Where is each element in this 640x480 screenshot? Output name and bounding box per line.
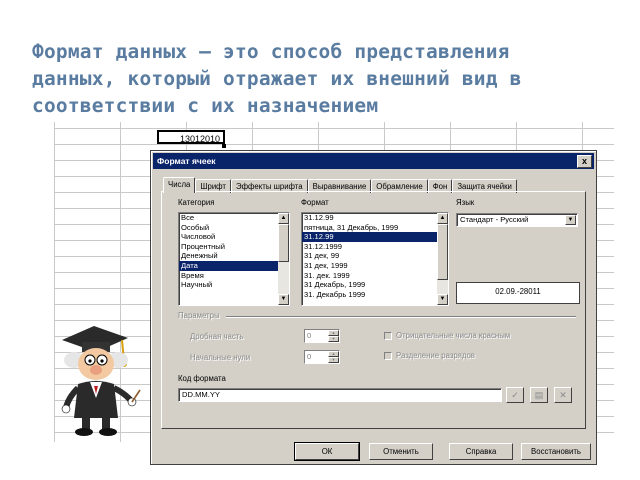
category-list-item[interactable]: Все [179,213,289,223]
options-group-label: Параметры [178,311,220,320]
decimal-places-label: Дробная часть [190,332,244,341]
negative-red-checkbox[interactable] [384,332,392,340]
dialog-titlebar[interactable]: Формат ячеек x [153,153,594,169]
close-button[interactable]: x [577,155,592,168]
checkmark-icon[interactable]: ✓ [506,387,524,403]
format-list-item[interactable]: 31 Декабрь, 1999 [302,280,448,290]
format-list-item[interactable]: 31. дек. 1999 [302,271,448,281]
options-divider [226,316,576,318]
category-list-item[interactable]: Процентный [179,242,289,252]
dialog-tabs: Числа Шрифт Эффекты шрифта Выравнивание … [163,177,517,193]
heading-line-3: соответствии с их назначением [32,94,379,117]
scroll-up-icon[interactable]: ▲ [278,213,289,224]
scroll-down-icon[interactable]: ▼ [278,294,289,305]
format-list-item[interactable]: 31.12.99 [302,213,448,223]
language-label: Язык [456,198,475,207]
category-list-item[interactable]: Особый [179,223,289,233]
heading-line-1: Формат данных – это способ представления [32,40,510,63]
format-preview: 02.09.-28011 [456,282,580,304]
heading-line-2: данных, который отражает их внешний вид … [32,67,522,90]
format-listbox[interactable]: 31.12.99 пятница, 31 Декабрь, 1999 31.12.9… [301,212,449,306]
tab-numbers[interactable]: Числа [163,177,196,193]
help-button[interactable]: Справка [449,443,513,460]
format-list-item[interactable]: 31 дек, 1999 [302,261,448,271]
format-list-item[interactable]: 31.12.99 [302,232,448,242]
reset-button[interactable]: Восстановить [521,443,591,460]
category-list-item[interactable]: Денежный [179,251,289,261]
scroll-thumb[interactable] [278,224,289,262]
format-list-item[interactable]: 31 дек, 99 [302,251,448,261]
category-label: Категория [178,198,215,207]
category-scrollbar[interactable]: ▲ ▼ [278,213,289,305]
thousands-separator-checkbox[interactable] [384,352,392,360]
professor-mascot-icon [61,326,141,436]
spin-down-icon[interactable]: ▼ [328,357,339,363]
delete-icon[interactable]: ✕ [554,387,572,403]
decimal-places-stepper[interactable]: 0 ▲ ▼ [304,329,340,343]
spin-down-icon[interactable]: ▼ [328,336,339,342]
ok-button[interactable]: ОК [294,442,360,461]
language-value: Стандарт - Русский [460,215,529,224]
category-list-item[interactable]: Время [179,271,289,281]
comment-icon[interactable]: ▤ [530,387,548,403]
format-code-input[interactable]: DD.MM.YY [178,388,502,402]
format-scrollbar[interactable]: ▲ ▼ [437,213,448,305]
format-list-item[interactable]: 31.12.1999 [302,242,448,252]
chevron-down-icon[interactable]: ▼ [565,215,576,225]
scroll-thumb[interactable] [437,224,448,280]
fill-handle[interactable] [222,144,226,148]
slide-heading: Формат данных – это способ представления… [32,38,622,119]
numbers-tab-panel: Категория Все Особый Числовой Процентный Ден… [161,191,586,429]
category-listbox[interactable]: Все Особый Числовой Процентный Денежный Дата В… [178,212,290,306]
format-code-label: Код формата [178,374,226,383]
leading-zeros-stepper[interactable]: 0 ▲ ▼ [304,350,340,364]
thousands-separator-label: Разделение разрядов [396,351,475,360]
decimal-places-value: 0 [307,331,312,340]
leading-zeros-value: 0 [307,352,312,361]
negative-red-label: Отрицательные числа красным [396,331,511,340]
scroll-up-icon[interactable]: ▲ [437,213,448,224]
dialog-title: Формат ячеек [157,156,216,166]
format-label: Формат [301,198,329,207]
category-list-item[interactable]: Дата [179,260,289,271]
format-list-item[interactable]: 31. Декабрь 1999 [302,290,448,300]
category-list-item[interactable]: Научный [179,280,289,290]
leading-zeros-label: Начальные нули [190,353,251,362]
scroll-down-icon[interactable]: ▼ [437,294,448,305]
format-list-item[interactable]: пятница, 31 Декабрь, 1999 [302,223,448,233]
format-cells-dialog: Формат ячеек x Числа Шрифт Эффекты шрифт… [150,150,597,465]
category-list-item[interactable]: Числовой [179,232,289,242]
cancel-button[interactable]: Отменить [369,443,433,460]
active-cell[interactable]: 13012010 [157,130,225,144]
language-select[interactable]: Стандарт - Русский ▼ [456,213,578,227]
